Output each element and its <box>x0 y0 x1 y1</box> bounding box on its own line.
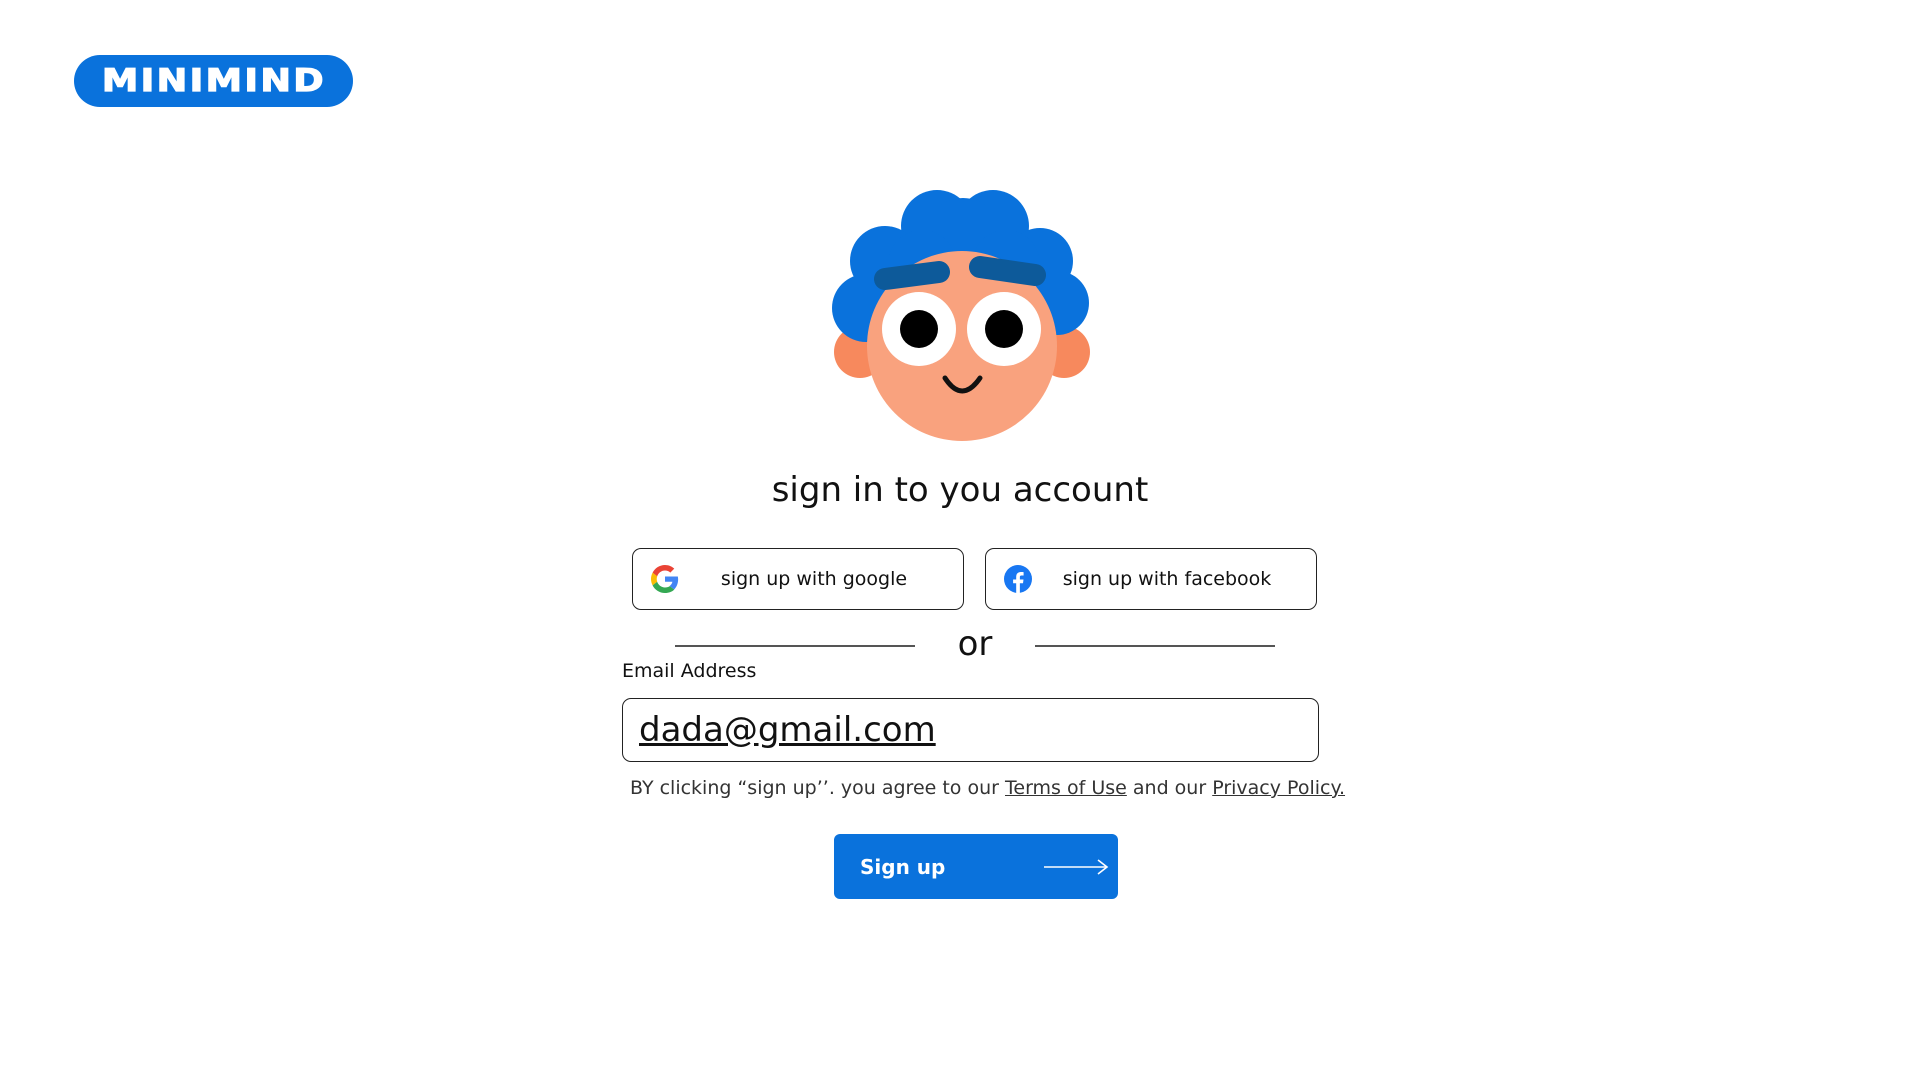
divider-line-left <box>675 645 915 647</box>
facebook-icon <box>1004 565 1032 593</box>
arrow-right-icon <box>1044 859 1109 875</box>
terms-middle-text: and our <box>1132 777 1207 799</box>
email-field[interactable] <box>622 698 1319 762</box>
google-icon <box>651 565 679 593</box>
minimind-logo[interactable]: MINIMIND <box>74 55 353 107</box>
google-signup-button[interactable]: sign up with google <box>632 548 964 610</box>
sign-up-label: Sign up <box>860 854 946 879</box>
terms-prefix-text: BY clicking “sign up’’. you agree to our <box>629 777 999 799</box>
mascot-face-icon <box>832 190 1090 441</box>
privacy-policy-link[interactable]: Privacy Policy. <box>1212 777 1345 799</box>
facebook-signup-button[interactable]: sign up with facebook <box>985 548 1317 610</box>
facebook-button-label: sign up with facebook <box>1062 568 1272 590</box>
terms-notice: BY clicking “sign up’’. you agree to our… <box>0 777 1920 799</box>
page-title: sign in to you account <box>771 470 1149 510</box>
terms-of-use-link[interactable]: Terms of Use <box>1005 777 1127 799</box>
email-label: Email Address <box>622 660 757 682</box>
divider-or-text: or <box>957 624 993 664</box>
sign-in-page: MINIMIND sign in to you account sign up … <box>0 0 1920 1080</box>
logo-text: MINIMIND <box>101 62 326 99</box>
google-button-label: sign up with google <box>720 568 908 590</box>
sign-up-button[interactable]: Sign up <box>834 834 1118 899</box>
divider-line-right <box>1035 645 1275 647</box>
